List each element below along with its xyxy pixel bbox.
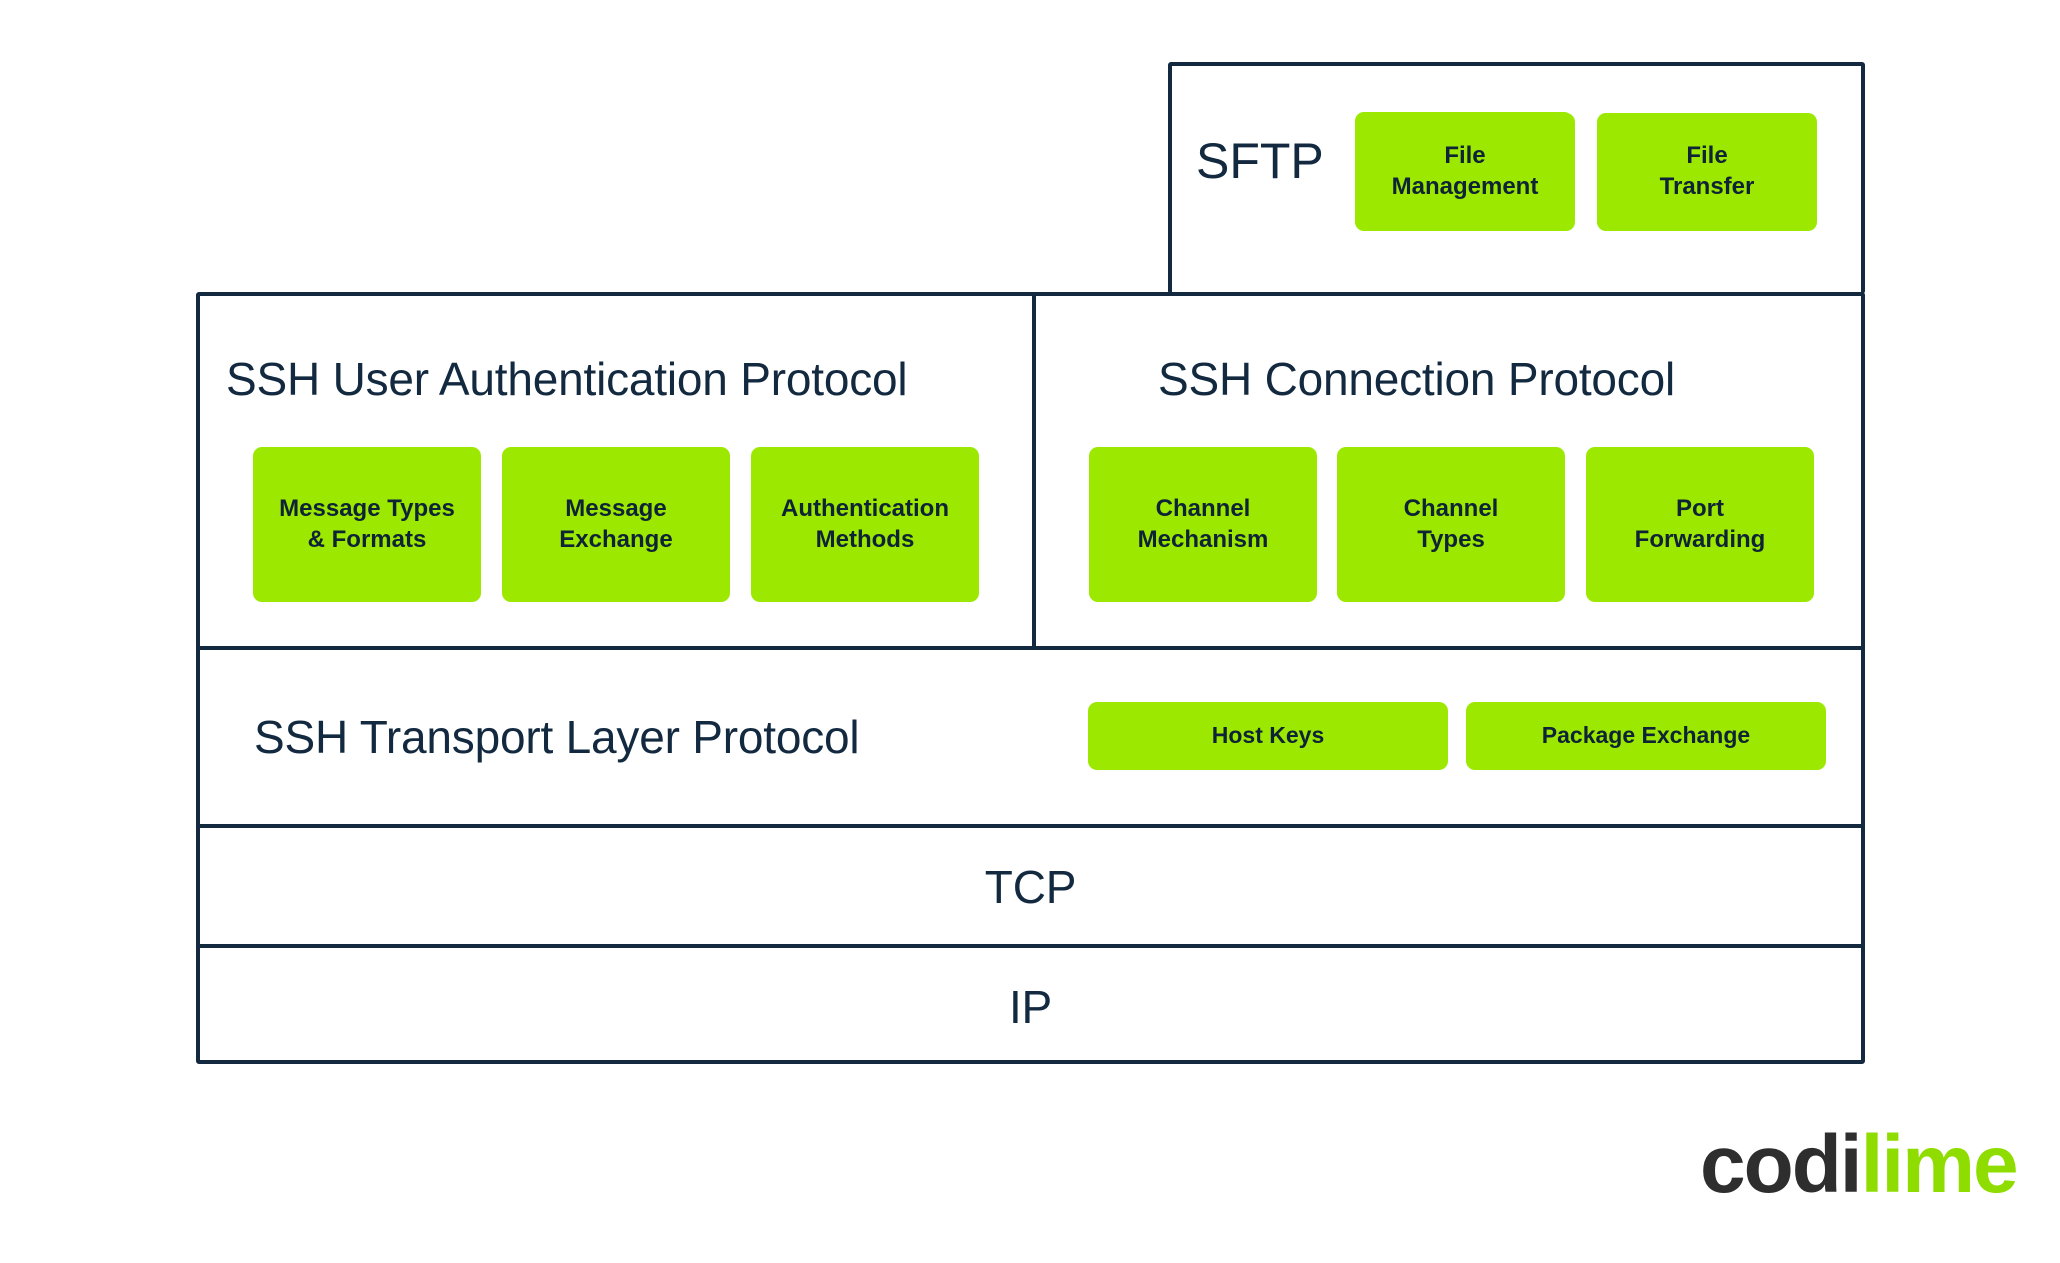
chip-line-2: & Formats	[307, 525, 427, 553]
chip-message-exchange[interactable]: Message Exchange	[502, 447, 730, 602]
chip-host-keys[interactable]: Host Keys	[1088, 702, 1448, 770]
chip-port-forwarding[interactable]: Port Forwarding	[1586, 447, 1814, 602]
row-tcp: TCP	[196, 828, 1865, 944]
chip-line-2: Exchange	[559, 525, 673, 553]
chip-line-1: File	[1444, 142, 1486, 170]
sftp-label: SFTP	[1196, 136, 1324, 186]
connection-title: SSH Connection Protocol	[1158, 353, 1676, 405]
transport-title: SSH Transport Layer Protocol	[254, 711, 860, 763]
codilime-logo: codilime	[1700, 1119, 2019, 1210]
chip-line-1: Message Types	[279, 494, 455, 522]
chip-package-exchange[interactable]: Package Exchange	[1466, 702, 1826, 770]
chip-line-2: Management	[1391, 173, 1539, 200]
chip-line-1: Package Exchange	[1541, 722, 1751, 749]
chip-authentication-methods[interactable]: Authentication Methods	[751, 447, 979, 602]
row-ip: IP	[196, 948, 1865, 1064]
logo-text-codi: codi	[1700, 1119, 1863, 1210]
chip-line-2: Mechanism	[1137, 525, 1269, 553]
chip-file-management[interactable]: File Management	[1355, 113, 1575, 231]
chip-line-1: Channel	[1403, 494, 1499, 522]
tcp-title: TCP	[984, 861, 1077, 913]
chip-line-2: Types	[1417, 525, 1485, 553]
chip-file-transfer[interactable]: File Transfer	[1597, 113, 1817, 231]
chip-line-2: Methods	[815, 525, 915, 553]
chip-line-1: Host Keys	[1211, 722, 1325, 749]
chip-line-2: Forwarding	[1634, 525, 1766, 553]
chip-line-1: Channel	[1155, 494, 1251, 522]
sftp-label-text: SFTP	[1196, 133, 1324, 189]
chip-message-types-formats[interactable]: Message Types & Formats	[253, 447, 481, 602]
chip-channel-mechanism[interactable]: Channel Mechanism	[1089, 447, 1317, 602]
chip-line-1: Port	[1675, 494, 1724, 522]
diagram-canvas: SFTP File Management File Transfer SSH U…	[0, 0, 2060, 1263]
logo-text-lime: lime	[1860, 1119, 2019, 1210]
chip-line-2: Transfer	[1659, 173, 1755, 200]
chip-line-1: Message	[565, 494, 667, 522]
ip-title: IP	[1008, 981, 1053, 1033]
chip-line-1: File	[1686, 142, 1728, 170]
chip-channel-types[interactable]: Channel Types	[1337, 447, 1565, 602]
chip-line-1: Authentication	[781, 494, 949, 522]
user-auth-title: SSH User Authentication Protocol	[226, 353, 908, 405]
